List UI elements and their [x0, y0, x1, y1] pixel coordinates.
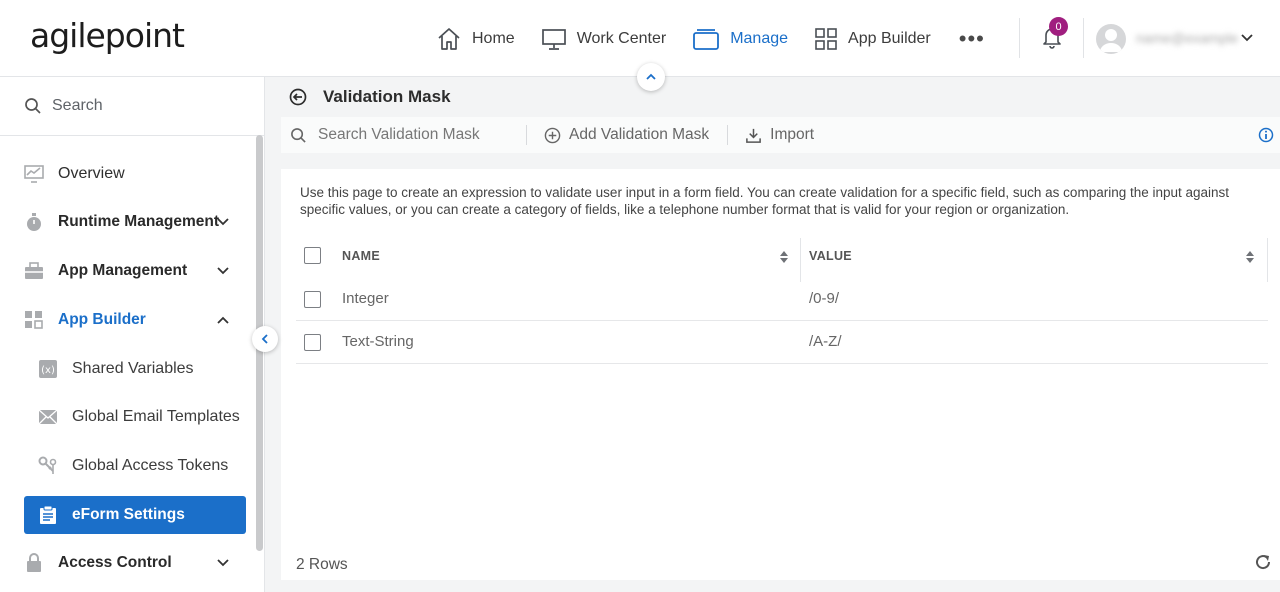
sidebar-search-label: Search	[52, 97, 103, 114]
sort-icon[interactable]	[779, 250, 789, 264]
stopwatch-icon	[27, 213, 41, 231]
sidebar-item-label: Shared Variables	[72, 360, 194, 377]
variable-icon: (x)	[39, 360, 57, 378]
sidebar-item-label: Runtime Management	[58, 213, 220, 230]
nav-manage-label: Manage	[730, 30, 789, 47]
sidebar-item-label: App Builder	[58, 311, 146, 328]
envelope-icon	[38, 409, 58, 425]
nav-manage[interactable]: Manage	[692, 27, 788, 51]
collapse-sidebar-button[interactable]	[252, 326, 278, 352]
nav-app-builder[interactable]: App Builder	[814, 27, 931, 51]
sidebar-item-label: Global Email Templates	[72, 408, 240, 425]
header-divider	[1019, 18, 1020, 58]
svg-text:(x): (x)	[41, 365, 55, 376]
nav-work-center-label: Work Center	[576, 30, 667, 47]
username[interactable]: name@example	[1136, 30, 1238, 46]
import-label: Import	[770, 126, 815, 143]
nav-work-center[interactable]: Work Center	[541, 27, 667, 51]
row-value: /A-Z/	[809, 333, 842, 350]
header-divider	[1083, 18, 1084, 58]
row-value: /0-9/	[809, 290, 840, 307]
chevron-left-icon	[261, 334, 268, 344]
download-icon	[746, 128, 762, 143]
clipboard-icon	[40, 505, 56, 524]
row-checkbox[interactable]	[304, 291, 321, 308]
page-description: Use this page to create an expression to…	[300, 185, 1230, 217]
search-input[interactable]: Search Validation Mask	[318, 126, 480, 144]
row-checkbox[interactable]	[304, 334, 321, 351]
search-validation-mask[interactable]: Search Validation Mask	[281, 125, 527, 145]
sidebar: Search Overview Runtime Management App M…	[0, 77, 265, 592]
chevron-up-icon	[217, 316, 229, 324]
import-button[interactable]: Import	[728, 125, 832, 145]
sidebar-item-label: eForm Settings	[72, 506, 185, 523]
content-panel: Use this page to create an expression to…	[281, 169, 1280, 580]
sidebar-item-label: Overview	[58, 165, 125, 182]
main-nav: Home Work Center Manage App Builder •••	[436, 24, 985, 54]
row-name: Text-String	[342, 333, 414, 350]
add-validation-mask-label: Add Validation Mask	[569, 126, 710, 143]
column-divider	[800, 238, 801, 282]
sidebar-item-label: Global Access Tokens	[72, 457, 229, 474]
nav-home[interactable]: Home	[436, 27, 515, 51]
toolbar: Search Validation Mask Add Validation Ma…	[281, 117, 1280, 153]
info-icon[interactable]	[1258, 127, 1274, 143]
nav-app-builder-label: App Builder	[848, 30, 931, 47]
sidebar-item-global-email-templates[interactable]: Global Email Templates	[24, 398, 246, 436]
more-menu-icon[interactable]: •••	[959, 26, 985, 52]
grid-icon	[815, 28, 837, 50]
sidebar-item-label: Access Control	[58, 554, 172, 571]
nav-home-label: Home	[472, 30, 515, 47]
lock-icon	[27, 553, 41, 572]
sidebar-item-eform-settings[interactable]: eForm Settings	[24, 496, 246, 534]
add-validation-mask-button[interactable]: Add Validation Mask	[527, 125, 727, 145]
table-row[interactable]: Integer /0-9/	[296, 278, 1268, 321]
chevron-up-icon	[646, 73, 656, 80]
refresh-icon[interactable]	[1254, 553, 1272, 571]
sidebar-item-shared-variables[interactable]: (x) Shared Variables	[24, 350, 246, 388]
row-count: 2 Rows	[296, 556, 348, 573]
toolbox-icon	[25, 262, 43, 279]
sidebar-item-app-builder[interactable]: App Builder	[24, 301, 246, 339]
sidebar-item-runtime-management[interactable]: Runtime Management	[24, 203, 246, 241]
briefcase-icon	[693, 29, 720, 50]
collapse-header-button[interactable]	[637, 63, 665, 91]
sidebar-item-access-control[interactable]: Access Control	[24, 544, 246, 582]
column-header-value[interactable]: VALUE	[809, 249, 852, 263]
sidebar-item-global-access-tokens[interactable]: Global Access Tokens	[24, 447, 246, 485]
monitor-icon	[541, 29, 566, 50]
main-content: Validation Mask Search Validation Mask A…	[281, 77, 1280, 592]
agilepoint-logo[interactable]: agilepoint	[30, 16, 185, 55]
page-title: Validation Mask	[323, 87, 451, 106]
chevron-down-icon	[217, 218, 229, 226]
avatar[interactable]	[1096, 24, 1126, 54]
select-all-checkbox[interactable]	[304, 247, 321, 264]
column-header-name[interactable]: NAME	[342, 249, 380, 263]
search-icon	[25, 98, 41, 114]
search-icon	[291, 127, 306, 143]
column-divider	[1267, 238, 1268, 282]
sidebar-search[interactable]: Search	[0, 77, 265, 136]
notification-badge: 0	[1049, 17, 1068, 36]
chevron-down-icon	[217, 267, 229, 275]
app-builder-icon	[25, 311, 43, 329]
top-header: agilepoint Home Work Center Manage App B…	[0, 0, 1280, 77]
sort-icon[interactable]	[1245, 250, 1255, 264]
chevron-down-icon	[217, 559, 229, 567]
home-icon	[438, 28, 460, 50]
chart-icon	[24, 165, 44, 183]
sidebar-item-label: App Management	[58, 262, 188, 279]
table-header: NAME VALUE	[296, 234, 1268, 282]
validation-mask-table: NAME VALUE Integer /0-9/ Text-String /A-…	[296, 234, 1268, 364]
back-arrow-icon[interactable]	[289, 88, 307, 106]
chevron-down-icon[interactable]	[1240, 31, 1254, 45]
row-name: Integer	[342, 290, 389, 307]
sidebar-item-app-management[interactable]: App Management	[24, 252, 246, 290]
user-icon	[1100, 29, 1122, 52]
page-title-row: Validation Mask	[289, 87, 451, 107]
table-row[interactable]: Text-String /A-Z/	[296, 321, 1268, 364]
sidebar-item-overview[interactable]: Overview	[24, 155, 246, 193]
keys-icon	[38, 456, 57, 474]
plus-circle-icon	[544, 127, 561, 143]
